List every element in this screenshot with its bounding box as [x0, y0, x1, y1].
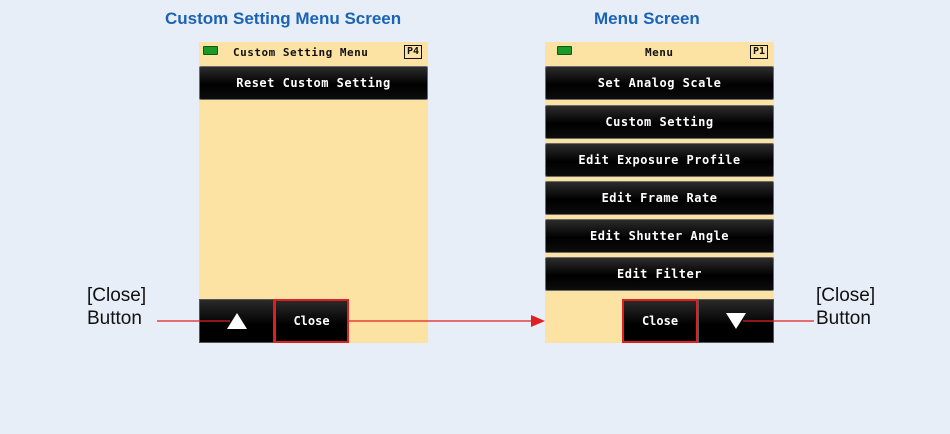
flow-arrow-head: [531, 315, 545, 327]
callout-lines: [157, 315, 814, 327]
